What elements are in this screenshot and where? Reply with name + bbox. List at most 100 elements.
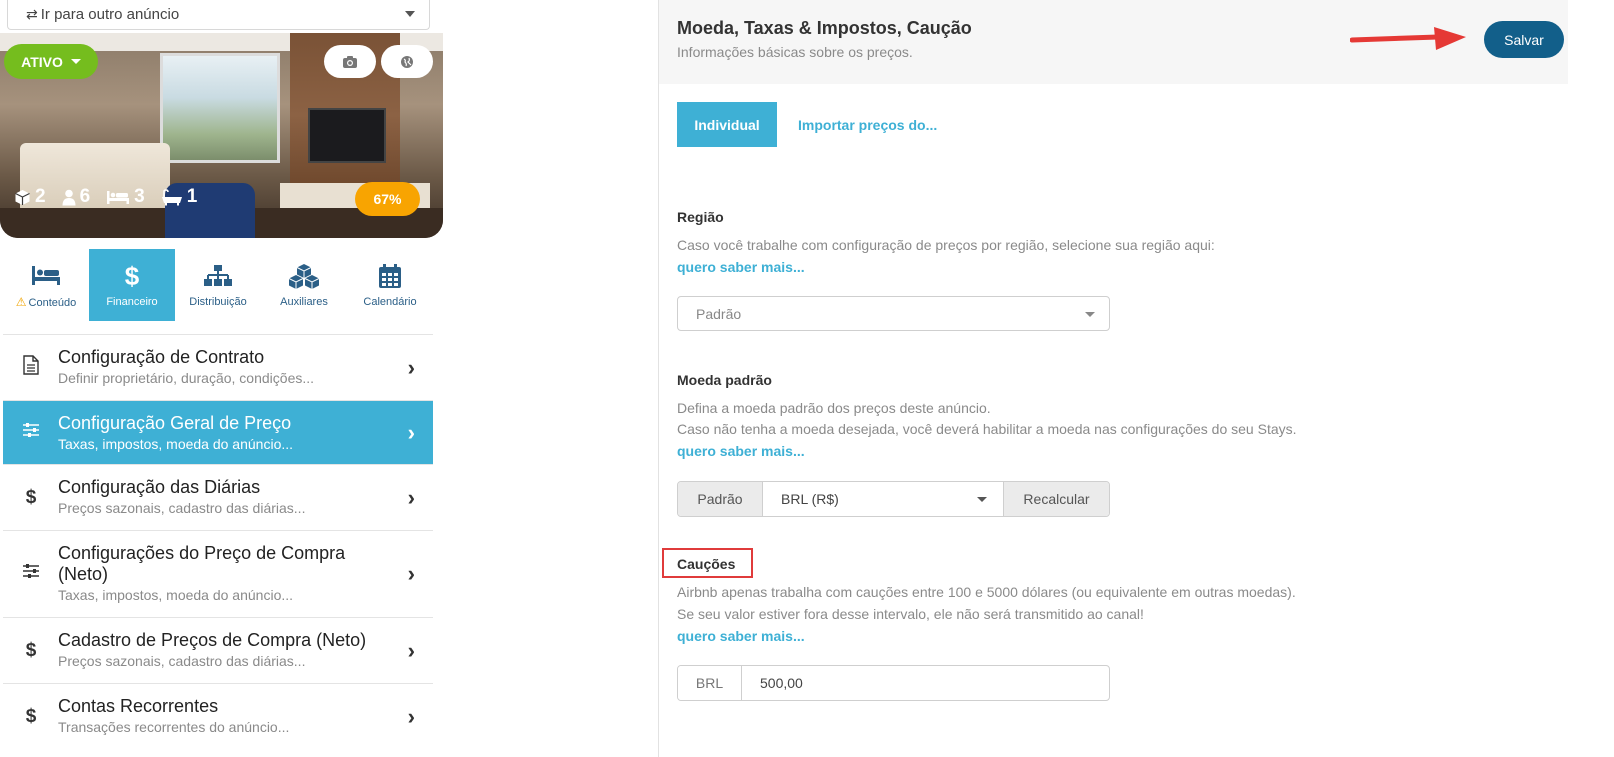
menu-item-diarias[interactable]: $ Configuração das Diárias Preços sazona… <box>3 464 433 530</box>
menu-item-subtitle: Preços sazonais, cadastro das diárias... <box>58 500 306 516</box>
menu-item-title: Configuração das Diárias <box>58 477 261 497</box>
deposit-label: Cauções <box>677 556 736 572</box>
deposit-description-2: Se seu valor estiver fora desse interval… <box>677 606 1144 622</box>
caret-down-icon <box>1085 312 1095 317</box>
menu-item-subtitle: Preços sazonais, cadastro das diárias... <box>58 653 306 669</box>
tab-label: Calendário <box>363 296 417 308</box>
arrow-right-icon <box>1350 27 1466 50</box>
completion-badge: 67% <box>355 182 420 216</box>
tab-label: Conteúdo <box>28 297 77 309</box>
menu-item-contrato[interactable]: Configuração de Contrato Definir proprie… <box>3 334 433 400</box>
currency-selected: BRL (R$) <box>781 491 839 507</box>
region-more-link[interactable]: quero saber mais... <box>677 259 805 275</box>
map-button[interactable] <box>381 45 433 78</box>
status-dropdown[interactable]: ATIVO <box>4 44 98 79</box>
listing-switcher[interactable]: ⇄ Ir para outro anúncio <box>7 0 430 30</box>
guests-stat: 6 <box>62 186 91 208</box>
recalculate-button[interactable]: Recalcular <box>1004 482 1109 516</box>
listing-stats: 2 6 3 1 <box>14 186 197 208</box>
caret-down-icon <box>977 497 987 502</box>
menu-item-subtitle: Taxas, impostos, moeda do anúncio... <box>58 587 294 603</box>
currency-description-1: Defina a moeda padrão dos preços deste a… <box>677 400 991 416</box>
rooms-count: 2 <box>35 186 46 207</box>
deposit-currency: BRL <box>678 666 742 700</box>
tab-label: Auxiliares <box>280 296 328 308</box>
chevron-right-icon: › <box>407 354 415 380</box>
photos-button[interactable] <box>324 45 376 78</box>
menu-item-preco-geral[interactable]: Configuração Geral de Preço Taxas, impos… <box>3 400 433 464</box>
warning-icon: ⚠ <box>15 295 27 309</box>
page-title: Moeda, Taxas & Impostos, Caução <box>677 18 972 38</box>
menu-item-cadastro-compra[interactable]: $ Cadastro de Preços de Compra (Neto) Pr… <box>3 617 433 683</box>
cubes-icon <box>288 264 320 289</box>
chevron-right-icon: › <box>407 484 415 510</box>
menu-item-subtitle: Definir proprietário, duração, condições… <box>58 370 315 386</box>
menu-item-title: Cadastro de Preços de Compra (Neto) <box>58 630 367 650</box>
tab-financeiro[interactable]: $ Financeiro <box>89 249 175 321</box>
tab-calendario[interactable]: Calendário <box>347 249 433 321</box>
menu-item-title-line2: (Neto) <box>58 564 109 584</box>
sliders-icon <box>20 563 42 585</box>
region-selected: Padrão <box>696 305 742 322</box>
menu-item-subtitle: Taxas, impostos, moeda do anúncio... <box>58 436 294 452</box>
listing-sidebar: ⇄ Ir para outro anúncio ATIVO 2 6 3 1 67… <box>0 0 445 757</box>
globe-icon <box>401 55 413 68</box>
beds-stat: 3 <box>106 186 145 208</box>
region-label: Região <box>677 209 724 225</box>
page-subtitle: Informações básicas sobre os preços. <box>677 44 913 60</box>
menu-item-title: Configuração de Contrato <box>58 347 265 367</box>
beds-count: 3 <box>134 186 145 207</box>
menu-item-preco-compra[interactable]: Configurações do Preço de Compra (Neto) … <box>3 530 433 617</box>
section-tabs: ⚠ Conteúdo $ Financeiro Distribuição Aux… <box>3 249 433 321</box>
financial-menu: Configuração de Contrato Definir proprie… <box>3 334 433 749</box>
deposit-amount-input[interactable]: 500,00 <box>742 666 1109 700</box>
chevron-down-icon <box>405 11 415 17</box>
tab-conteudo[interactable]: ⚠ Conteúdo <box>3 249 89 321</box>
baths-stat: 1 <box>161 186 198 208</box>
bathtub-icon <box>161 188 182 205</box>
deposit-more-link[interactable]: quero saber mais... <box>677 628 805 644</box>
tab-label: Financeiro <box>106 296 158 308</box>
camera-icon <box>343 55 357 68</box>
swap-icon: ⇄ <box>26 6 38 22</box>
region-description: Caso você trabalhe com configuração de p… <box>677 237 1215 253</box>
bed-icon <box>107 191 130 204</box>
tab-auxiliares[interactable]: Auxiliares <box>261 249 347 321</box>
menu-item-title: Configurações do Preço de Compra <box>58 543 346 563</box>
rooms-stat: 2 <box>14 186 46 208</box>
baths-count: 1 <box>186 186 198 207</box>
bed-icon <box>32 266 60 285</box>
currency-input-group: Padrão BRL (R$) Recalcular <box>677 481 1110 517</box>
save-button[interactable]: Salvar <box>1484 21 1564 58</box>
currency-select[interactable]: BRL (R$) <box>762 482 1004 516</box>
currency-description-2: Caso não tenha a moeda desejada, você de… <box>677 421 1297 437</box>
menu-item-subtitle: Transações recorrentes do anúncio... <box>58 719 290 735</box>
cube-icon <box>15 189 30 205</box>
currency-more-link[interactable]: quero saber mais... <box>677 443 805 459</box>
person-icon <box>62 189 76 205</box>
sitemap-icon <box>204 265 232 286</box>
dollar-icon: $ <box>25 486 37 508</box>
guests-count: 6 <box>79 186 91 207</box>
currency-label: Moeda padrão <box>677 372 772 388</box>
region-select[interactable]: Padrão <box>677 296 1110 331</box>
tab-individual[interactable]: Individual <box>677 102 777 147</box>
dollar-icon: $ <box>25 705 37 727</box>
status-label: ATIVO <box>21 53 63 70</box>
menu-item-contas-recorrentes[interactable]: $ Contas Recorrentes Transações recorren… <box>3 683 433 749</box>
tab-distribuicao[interactable]: Distribuição <box>175 249 261 321</box>
menu-item-title: Configuração Geral de Preço <box>58 413 292 433</box>
currency-prefix: Padrão <box>678 482 762 516</box>
document-icon <box>20 354 42 381</box>
chevron-right-icon: › <box>407 419 415 445</box>
dollar-icon: $ <box>25 639 37 661</box>
deposit-input-group: BRL 500,00 <box>677 665 1110 701</box>
panel-divider <box>658 0 659 757</box>
dollar-icon: $ <box>124 260 140 291</box>
import-prices-link[interactable]: Importar preços do... <box>798 117 937 133</box>
chevron-right-icon: › <box>407 637 415 663</box>
chevron-right-icon: › <box>407 561 415 586</box>
calendar-icon <box>379 264 401 288</box>
sliders-icon <box>20 422 42 444</box>
caret-down-icon <box>70 59 81 64</box>
